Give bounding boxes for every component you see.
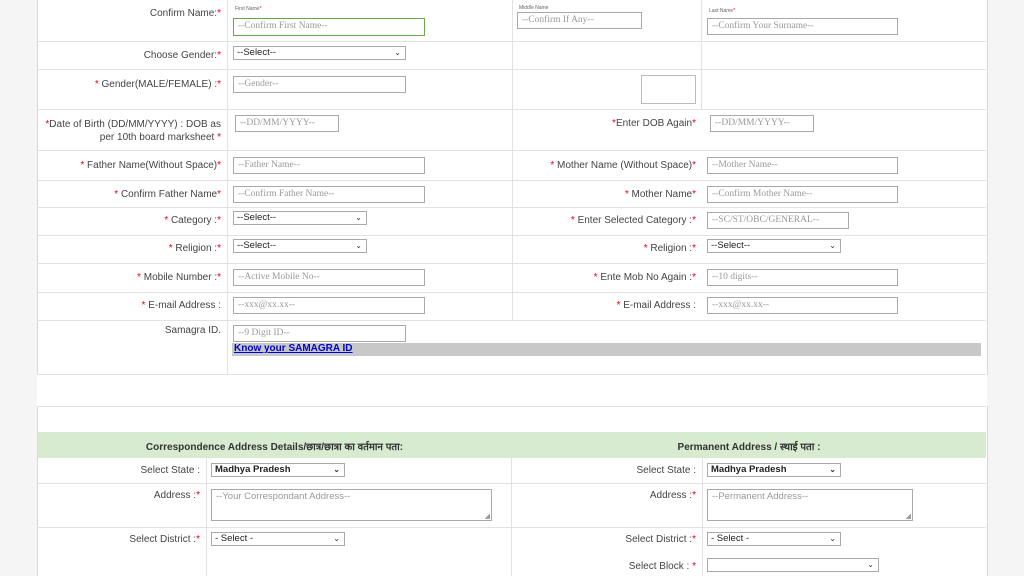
corr-address-textarea[interactable]: --Your Correspondant Address-- ◢ (211, 489, 492, 521)
broken-image-placeholder (641, 75, 696, 104)
permanent-address-heading: Permanent Address / स्थाई पता : (677, 442, 821, 453)
confirm-surname-input[interactable]: --Confirm Your Surname-- (707, 18, 898, 35)
selected-category-input[interactable]: --SC/ST/OBC/GENERAL-- (707, 212, 849, 229)
confirm-name-label: Confirm Name:* (149, 8, 221, 19)
gender-text-label: * Gender(MALE/FEMALE) :* (94, 79, 221, 90)
perm-address-label: Address :* (649, 490, 696, 501)
correspondence-address-heading: Correspondence Address Details/छात्र/छात… (145, 442, 404, 453)
chevron-down-icon: ⌄ (333, 465, 340, 474)
choose-gender-label: Choose Gender:* (143, 50, 221, 61)
corr-state-label: Select State : (140, 465, 200, 476)
dob-label: *Date of Birth (DD/MM/YYYY) : DOB as per … (45, 119, 221, 143)
selected-category-label: * Enter Selected Category :* (570, 215, 696, 226)
email-label: * E-mail Address : (141, 300, 222, 311)
perm-block-select[interactable]: ⌄ (707, 558, 879, 572)
corr-address-label: Address :* (153, 490, 200, 501)
confirm-father-input[interactable]: --Confirm Father Name-- (233, 186, 425, 203)
religion-again-select[interactable]: --Select-- ⌄ (707, 239, 841, 253)
first-name-caption: First Name* (235, 6, 262, 12)
chevron-down-icon: ⌄ (867, 560, 874, 569)
email-input[interactable]: --xxx@xx.xx-- (233, 297, 425, 314)
corr-district-label: Select District :* (129, 534, 200, 545)
dob-again-input[interactable]: --DD/MM/YYYY-- (710, 115, 814, 132)
father-name-label: * Father Name(Without Space)* (80, 160, 221, 171)
category-select[interactable]: --Select-- ⌄ (233, 211, 367, 225)
category-label: * Category :* (164, 215, 221, 226)
perm-district-label: Select District :* (625, 534, 696, 545)
samagra-input[interactable]: --9 Digit ID-- (233, 325, 406, 342)
perm-state-label: Select State : (636, 465, 696, 476)
mobile-input[interactable]: --Active Mobile No-- (233, 269, 425, 286)
dob-input[interactable]: --DD/MM/YYYY-- (235, 115, 339, 132)
chevron-down-icon: ⌄ (355, 213, 362, 222)
religion-label: * Religion :* (168, 243, 221, 254)
email-again-label: * E-mail Address : (616, 300, 697, 311)
chevron-down-icon: ⌄ (829, 241, 836, 250)
chevron-down-icon: ⌄ (333, 534, 340, 543)
choose-gender-select[interactable]: --Select-- ⌄ (233, 46, 406, 60)
know-samagra-id-link[interactable]: Know your SAMAGRA ID (234, 343, 353, 354)
confirm-middle-name-input[interactable]: --Confirm If Any-- (517, 12, 642, 29)
middle-name-caption: Middle Name (519, 5, 549, 11)
dob-again-label: *Enter DOB Again* (612, 118, 696, 129)
father-name-input[interactable]: --Father Name-- (233, 157, 425, 174)
religion-again-label: * Religion :* (643, 243, 696, 254)
chevron-down-icon: ⌄ (355, 241, 362, 250)
confirm-mother-label: * Mother Name* (624, 189, 696, 200)
confirm-mother-input[interactable]: --Confirm Mother Name-- (707, 186, 898, 203)
chevron-down-icon: ⌄ (829, 534, 836, 543)
perm-state-select[interactable]: Madhya Pradesh ⌄ (707, 463, 841, 477)
perm-block-label: Select Block : * (628, 561, 696, 572)
corr-state-select[interactable]: Madhya Pradesh ⌄ (211, 463, 345, 477)
samagra-label: Samagra ID. (164, 325, 221, 336)
chevron-down-icon: ⌄ (829, 465, 836, 474)
resize-grip-icon[interactable]: ◢ (485, 512, 490, 520)
perm-district-select[interactable]: - Select - ⌄ (707, 532, 841, 546)
corr-district-select[interactable]: - Select - ⌄ (211, 532, 345, 546)
mother-name-input[interactable]: --Mother Name-- (707, 157, 898, 174)
gender-text-input[interactable]: --Gender-- (233, 76, 406, 93)
confirm-first-name-input[interactable]: --Confirm First Name-- (233, 18, 425, 36)
resize-grip-icon[interactable]: ◢ (906, 512, 911, 520)
perm-address-textarea[interactable]: --Permanent Address-- ◢ (707, 489, 913, 521)
religion-select[interactable]: --Select-- ⌄ (233, 239, 367, 253)
mother-name-label: * Mother Name (Without Space)* (550, 160, 696, 171)
email-again-input[interactable]: --xxx@xx.xx-- (707, 297, 898, 314)
mobile-label: * Mobile Number :* (137, 272, 221, 283)
last-name-caption: Last Name* (709, 8, 736, 14)
mobile-again-input[interactable]: --10 digits-- (707, 269, 898, 286)
chevron-down-icon: ⌄ (394, 48, 401, 57)
mobile-again-label: * Ente Mob No Again :* (593, 272, 696, 283)
confirm-father-label: * Confirm Father Name* (114, 189, 221, 200)
